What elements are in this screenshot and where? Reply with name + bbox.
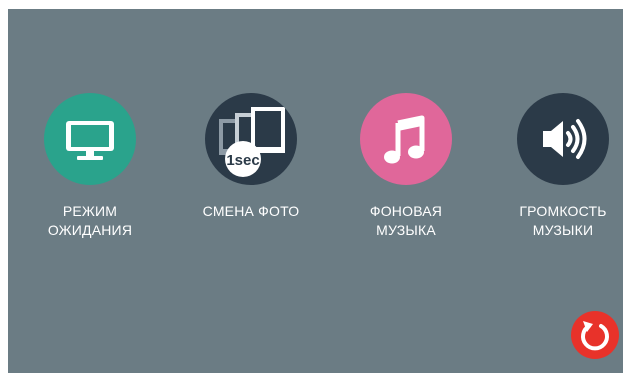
speaker-volume-icon (543, 119, 587, 159)
photo-stack-icon: 1sec (219, 107, 285, 177)
standby-circle (44, 93, 136, 185)
background-music-button[interactable]: ФОНОВАЯ МУЗЫКА (336, 93, 476, 240)
badge-1sec: 1sec (226, 152, 259, 169)
undo-arrow-icon (581, 321, 609, 351)
monitor-icon (66, 121, 114, 160)
music-volume-button[interactable]: ГРОМКОСТЬ МУЗЫКИ (493, 93, 631, 240)
photo-change-label: СМЕНА ФОТО (202, 203, 300, 219)
standby-mode-label: РЕЖИМ ОЖИДАНИЯ (47, 203, 133, 238)
main-screen: РЕЖИМ ОЖИДАНИЯ 1sec СМЕНА ФОТО ФОНОВАЯ М… (8, 9, 623, 373)
photo-change-circle: 1sec (205, 93, 297, 185)
music-volume-circle (517, 93, 609, 185)
standby-mode-button[interactable]: РЕЖИМ ОЖИДАНИЯ (20, 93, 160, 240)
background-music-circle (360, 93, 452, 185)
photo-change-button[interactable]: 1sec СМЕНА ФОТО (181, 93, 321, 221)
music-volume-label: ГРОМКОСТЬ МУЗЫКИ (519, 203, 607, 238)
background-music-label: ФОНОВАЯ МУЗЫКА (369, 203, 443, 238)
back-button[interactable] (571, 311, 619, 359)
music-note-icon (384, 115, 425, 164)
